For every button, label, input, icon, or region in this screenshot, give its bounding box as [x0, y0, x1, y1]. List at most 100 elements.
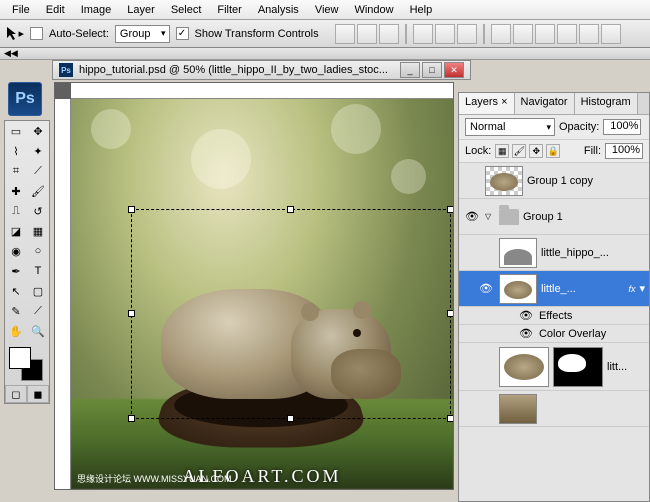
history-brush-icon[interactable]: ↺	[27, 201, 49, 221]
window-close-button[interactable]: ✕	[444, 62, 464, 78]
pen-tool-icon[interactable]: ✒	[5, 261, 27, 281]
effects-row[interactable]: 👁 Effects	[459, 307, 649, 325]
wand-tool-icon[interactable]: ✦	[27, 141, 49, 161]
blur-tool-icon[interactable]: ◉	[5, 241, 27, 261]
layer-thumbnail[interactable]	[499, 347, 549, 387]
layer-row[interactable]: 👁 ▽ Group 1	[459, 199, 649, 235]
visibility-toggle[interactable]: 👁	[519, 327, 533, 340]
effect-color-overlay[interactable]: 👁 Color Overlay	[459, 325, 649, 343]
layer-name[interactable]: litt...	[607, 361, 645, 373]
lock-position-icon[interactable]: ✥	[529, 144, 543, 158]
path-tool-icon[interactable]: ↖	[5, 281, 27, 301]
window-maximize-button[interactable]: □	[422, 62, 442, 78]
distribute-hcenter-icon[interactable]	[579, 24, 599, 44]
distribute-left-icon[interactable]	[557, 24, 577, 44]
layer-thumbnail[interactable]	[499, 274, 537, 304]
transform-handle-w[interactable]	[128, 310, 135, 317]
menu-file[interactable]: File	[4, 2, 38, 18]
layer-row[interactable]: Group 1 copy	[459, 163, 649, 199]
lock-transparency-icon[interactable]: ▦	[495, 144, 509, 158]
quickmask-mode-icon[interactable]: ◼	[27, 385, 49, 403]
eyedropper-tool-icon[interactable]: ⟋	[27, 301, 49, 321]
align-left-icon[interactable]	[413, 24, 433, 44]
hand-tool-icon[interactable]: ✋	[5, 321, 27, 341]
blend-mode-dropdown[interactable]: Normal	[465, 118, 555, 136]
layer-name[interactable]: little_hippo_...	[541, 247, 645, 259]
standard-mode-icon[interactable]: ◻	[5, 385, 27, 403]
menu-filter[interactable]: Filter	[209, 2, 249, 18]
visibility-toggle[interactable]: 👁	[519, 309, 533, 322]
menu-help[interactable]: Help	[402, 2, 441, 18]
opacity-input[interactable]: 100%	[603, 119, 641, 135]
auto-select-dropdown[interactable]: Group	[115, 25, 170, 43]
layer-row-selected[interactable]: 👁 little_... fx ▾	[459, 271, 649, 307]
dodge-tool-icon[interactable]: ○	[27, 241, 49, 261]
ruler-vertical[interactable]	[55, 99, 71, 489]
lock-all-icon[interactable]: 🔒	[546, 144, 560, 158]
slice-tool-icon[interactable]: ⟋	[27, 161, 49, 181]
type-tool-icon[interactable]: T	[27, 261, 49, 281]
brush-tool-icon[interactable]: 🖌	[27, 181, 49, 201]
visibility-toggle[interactable]: 👁	[477, 280, 495, 298]
transform-handle-n[interactable]	[287, 206, 294, 213]
foreground-color-swatch[interactable]	[9, 347, 31, 369]
layer-thumbnail[interactable]	[499, 238, 537, 268]
transform-handle-s[interactable]	[287, 415, 294, 422]
marquee-tool-icon[interactable]: ▭	[5, 121, 27, 141]
align-hcenter-icon[interactable]	[435, 24, 455, 44]
layer-thumbnail[interactable]	[499, 394, 537, 424]
transform-handle-se[interactable]	[447, 415, 453, 422]
move-tool-icon[interactable]: ✥	[27, 121, 49, 141]
transform-handle-nw[interactable]	[128, 206, 135, 213]
notes-tool-icon[interactable]: ✎	[5, 301, 27, 321]
menu-layer[interactable]: Layer	[119, 2, 163, 18]
transform-handle-e[interactable]	[447, 310, 453, 317]
color-swatches[interactable]	[5, 345, 49, 385]
dock-handle[interactable]: ◀◀	[0, 48, 650, 60]
align-vcenter-icon[interactable]	[357, 24, 377, 44]
heal-tool-icon[interactable]: ✚	[5, 181, 27, 201]
menu-image[interactable]: Image	[73, 2, 120, 18]
menu-view[interactable]: View	[307, 2, 347, 18]
gradient-tool-icon[interactable]: ▦	[27, 221, 49, 241]
align-top-icon[interactable]	[335, 24, 355, 44]
layer-name[interactable]: Group 1	[523, 211, 645, 223]
visibility-toggle[interactable]: 👁	[463, 208, 481, 226]
menu-window[interactable]: Window	[346, 2, 401, 18]
distribute-top-icon[interactable]	[491, 24, 511, 44]
visibility-toggle[interactable]	[477, 244, 495, 262]
eraser-tool-icon[interactable]: ◪	[5, 221, 27, 241]
transform-handle-ne[interactable]	[447, 206, 453, 213]
lock-pixels-icon[interactable]: 🖌	[512, 144, 526, 158]
layer-row[interactable]: litt...	[459, 343, 649, 391]
menu-select[interactable]: Select	[163, 2, 210, 18]
distribute-right-icon[interactable]	[601, 24, 621, 44]
canvas[interactable]: ALFOART.COM 思缘设计论坛 WWW.MISSYUAN.COM	[71, 99, 453, 489]
align-right-icon[interactable]	[457, 24, 477, 44]
transform-bounding-box[interactable]	[131, 209, 451, 419]
layer-name[interactable]: little_...	[541, 283, 624, 295]
fill-input[interactable]: 100%	[605, 143, 643, 159]
tab-histogram[interactable]: Histogram	[575, 93, 638, 114]
layer-mask-thumbnail[interactable]	[553, 347, 603, 387]
layer-name[interactable]: Group 1 copy	[527, 175, 645, 187]
visibility-toggle[interactable]	[477, 400, 495, 418]
tab-navigator[interactable]: Navigator	[515, 93, 575, 114]
stamp-tool-icon[interactable]: ⎍	[5, 201, 27, 221]
layer-row[interactable]	[459, 391, 649, 427]
chevron-down-icon[interactable]: ▾	[639, 282, 645, 295]
lasso-tool-icon[interactable]: ⌇	[5, 141, 27, 161]
visibility-toggle[interactable]	[463, 172, 481, 190]
visibility-toggle[interactable]	[477, 358, 495, 376]
auto-select-checkbox[interactable]	[30, 27, 43, 40]
zoom-tool-icon[interactable]: 🔍	[27, 321, 49, 341]
document-tab[interactable]: Ps hippo_tutorial.psd @ 50% (little_hipp…	[52, 60, 471, 80]
menu-edit[interactable]: Edit	[38, 2, 73, 18]
shape-tool-icon[interactable]: ▢	[27, 281, 49, 301]
ruler-horizontal[interactable]	[71, 83, 453, 99]
distribute-vcenter-icon[interactable]	[513, 24, 533, 44]
transform-handle-sw[interactable]	[128, 415, 135, 422]
show-transform-checkbox[interactable]: ✓	[176, 27, 189, 40]
layer-thumbnail[interactable]	[485, 166, 523, 196]
folder-toggle[interactable]: ▽	[485, 212, 495, 221]
